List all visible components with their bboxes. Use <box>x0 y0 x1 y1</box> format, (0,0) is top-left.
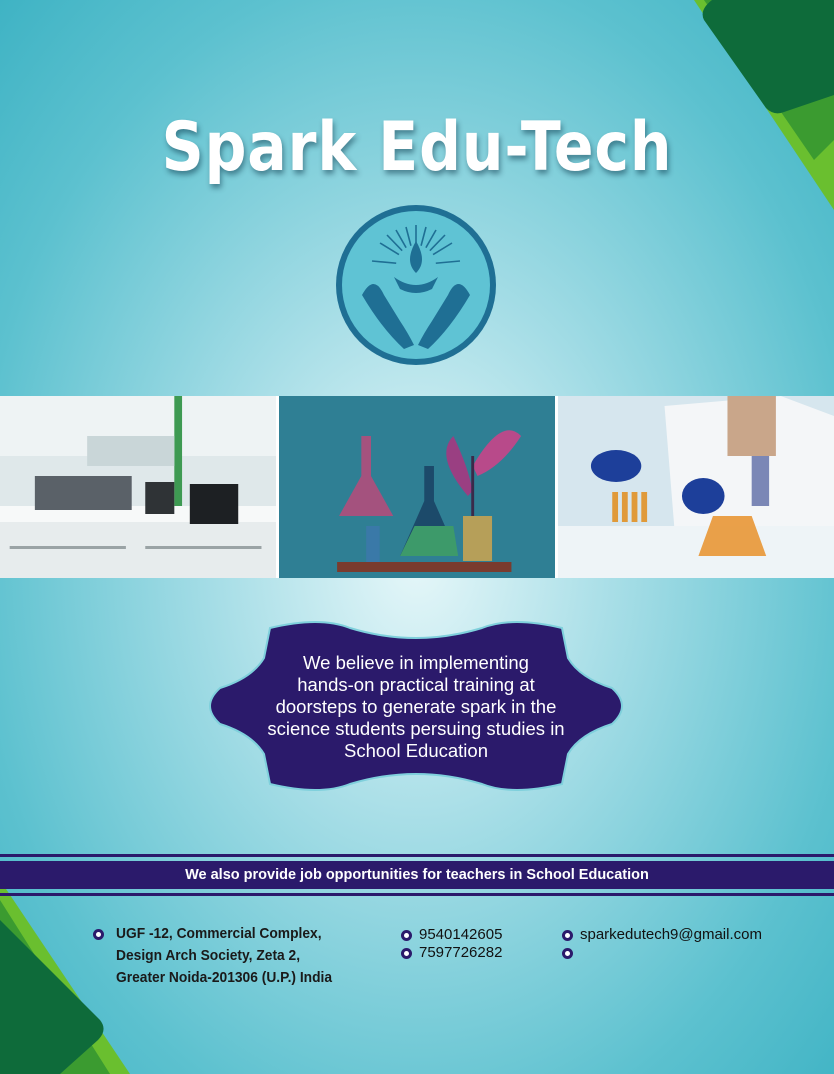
globe-icon <box>562 947 573 959</box>
page-title: Spark Edu-Tech <box>161 108 673 187</box>
photo-strip <box>0 396 834 578</box>
whatsapp-icon <box>401 947 412 959</box>
mission-line: We believe in implementing <box>303 652 529 673</box>
spark-logo-icon <box>336 205 496 365</box>
phone-number[interactable]: 9540142605 <box>419 926 502 943</box>
address-line: Greater Noida-201306 (U.P.) India <box>116 969 333 986</box>
mission-line: hands-on practical training at <box>297 674 535 695</box>
jobs-banner: We also provide job opportunities for te… <box>0 861 834 889</box>
banner-top-rule <box>0 854 834 857</box>
banner-bottom-rule <box>0 893 834 896</box>
phone-row: 9540142605 <box>401 925 502 944</box>
mission-statement: We believe in implementing hands-on prac… <box>240 652 592 762</box>
chemistry-flasks-illustration <box>279 396 555 578</box>
whatsapp-row: 7597726282 <box>401 943 502 962</box>
website-row <box>562 943 580 962</box>
mission-line: School Education <box>344 740 488 761</box>
location-icon <box>93 929 104 940</box>
email-icon <box>562 929 573 941</box>
lab-room-photo <box>0 396 276 578</box>
email-address[interactable]: sparkedutech9@gmail.com <box>580 926 762 943</box>
address: UGF -12, Commercial Complex, Design Arch… <box>116 923 332 989</box>
mission-line: science students persuing studies in <box>267 718 565 739</box>
scientist-test-tubes-photo <box>558 396 834 578</box>
whatsapp-number[interactable]: 7597726282 <box>419 944 502 961</box>
mission-line: doorsteps to generate spark in the <box>275 696 557 717</box>
address-line: Design Arch Society, Zeta 2, <box>116 947 301 964</box>
address-line: UGF -12, Commercial Complex, <box>116 925 322 942</box>
email-row: sparkedutech9@gmail.com <box>562 925 762 944</box>
phone-icon <box>401 929 412 941</box>
